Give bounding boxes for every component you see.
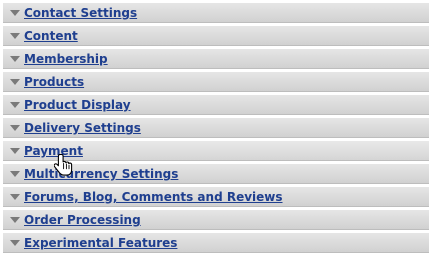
collapse-arrow-icon[interactable] (10, 79, 20, 85)
section-link-product-display[interactable]: Product Display (24, 98, 131, 112)
section-link-membership[interactable]: Membership (24, 52, 108, 66)
section-products[interactable]: Products (3, 72, 429, 92)
collapse-arrow-icon[interactable] (10, 217, 20, 223)
section-experimental-features[interactable]: Experimental Features (3, 233, 429, 253)
collapse-arrow-icon[interactable] (10, 171, 20, 177)
section-link-forums-blog-comments-reviews[interactable]: Forums, Blog, Comments and Reviews (24, 190, 283, 204)
section-link-products[interactable]: Products (24, 75, 84, 89)
section-link-payment[interactable]: Payment (24, 144, 83, 158)
section-multicurrency-settings[interactable]: Multicurrency Settings (3, 164, 429, 184)
section-link-experimental-features[interactable]: Experimental Features (24, 236, 177, 250)
collapse-arrow-icon[interactable] (10, 56, 20, 62)
collapse-arrow-icon[interactable] (10, 102, 20, 108)
collapse-arrow-icon[interactable] (10, 148, 20, 154)
section-contact-settings[interactable]: Contact Settings (3, 3, 429, 23)
section-content[interactable]: Content (3, 26, 429, 46)
section-link-delivery-settings[interactable]: Delivery Settings (24, 121, 141, 135)
collapse-arrow-icon[interactable] (10, 194, 20, 200)
section-product-display[interactable]: Product Display (3, 95, 429, 115)
collapse-arrow-icon[interactable] (10, 33, 20, 39)
collapse-arrow-icon[interactable] (10, 10, 20, 16)
section-link-contact-settings[interactable]: Contact Settings (24, 6, 137, 20)
section-payment[interactable]: Payment (3, 141, 429, 161)
section-link-order-processing[interactable]: Order Processing (24, 213, 141, 227)
settings-accordion: Contact Settings Content Membership Prod… (3, 3, 429, 256)
section-order-processing[interactable]: Order Processing (3, 210, 429, 230)
section-delivery-settings[interactable]: Delivery Settings (3, 118, 429, 138)
section-membership[interactable]: Membership (3, 49, 429, 69)
section-forums-blog-comments-reviews[interactable]: Forums, Blog, Comments and Reviews (3, 187, 429, 207)
section-link-content[interactable]: Content (24, 29, 78, 43)
section-link-multicurrency-settings[interactable]: Multicurrency Settings (24, 167, 178, 181)
collapse-arrow-icon[interactable] (10, 240, 20, 246)
collapse-arrow-icon[interactable] (10, 125, 20, 131)
